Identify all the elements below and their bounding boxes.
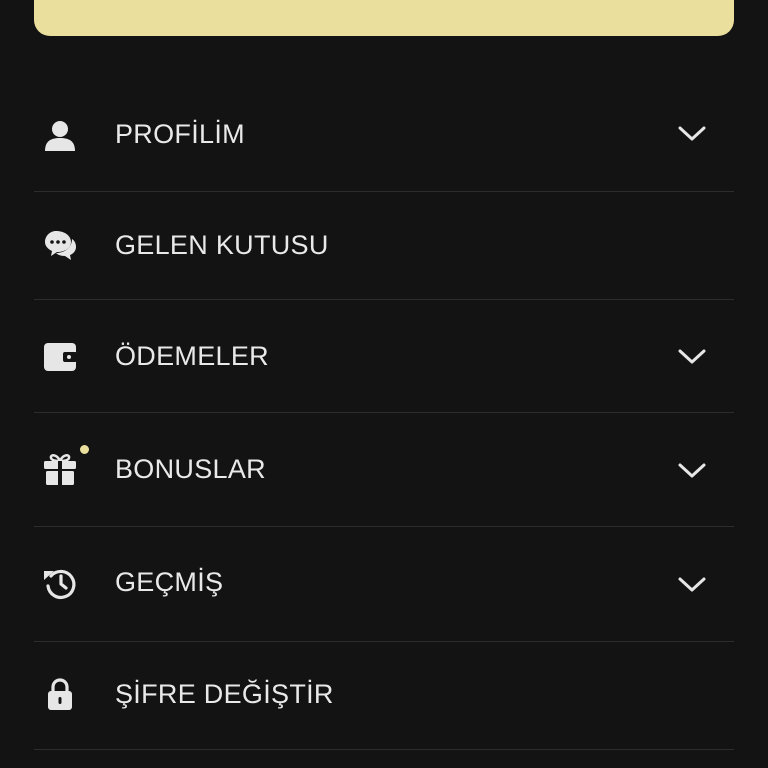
top-banner[interactable] <box>34 0 734 36</box>
menu-item-inbox[interactable]: GELEN KUTUSU <box>34 192 734 300</box>
menu-item-label: ŞİFRE DEĞİŞTİR <box>115 679 334 709</box>
divider <box>34 749 734 750</box>
chevron-down-icon[interactable] <box>676 341 708 373</box>
menu-item-history[interactable]: GEÇMİŞ <box>34 527 734 642</box>
lock-icon <box>42 676 78 712</box>
menu-item-label: PROFİLİM <box>115 119 245 149</box>
account-menu: PROFİLİM GELEN KUTUSU ÖDEMELER BONUSLAR … <box>34 77 734 750</box>
menu-item-label: ÖDEMELER <box>115 341 269 371</box>
user-icon <box>42 118 78 154</box>
menu-item-payments[interactable]: ÖDEMELER <box>34 300 734 413</box>
chevron-down-icon[interactable] <box>676 118 708 150</box>
notification-dot <box>80 445 89 454</box>
gift-icon <box>42 451 78 487</box>
menu-item-bonuses[interactable]: BONUSLAR <box>34 413 734 527</box>
chevron-down-icon[interactable] <box>676 455 708 487</box>
wallet-icon <box>42 339 78 375</box>
menu-item-label: GELEN KUTUSU <box>115 230 329 260</box>
menu-item-profile[interactable]: PROFİLİM <box>34 77 734 192</box>
menu-item-label: BONUSLAR <box>115 454 266 484</box>
menu-item-label: GEÇMİŞ <box>115 567 224 597</box>
chat-bubbles-icon <box>42 227 78 263</box>
menu-item-change-password[interactable]: ŞİFRE DEĞİŞTİR <box>34 642 734 750</box>
history-icon <box>42 565 78 601</box>
chevron-down-icon[interactable] <box>676 569 708 601</box>
